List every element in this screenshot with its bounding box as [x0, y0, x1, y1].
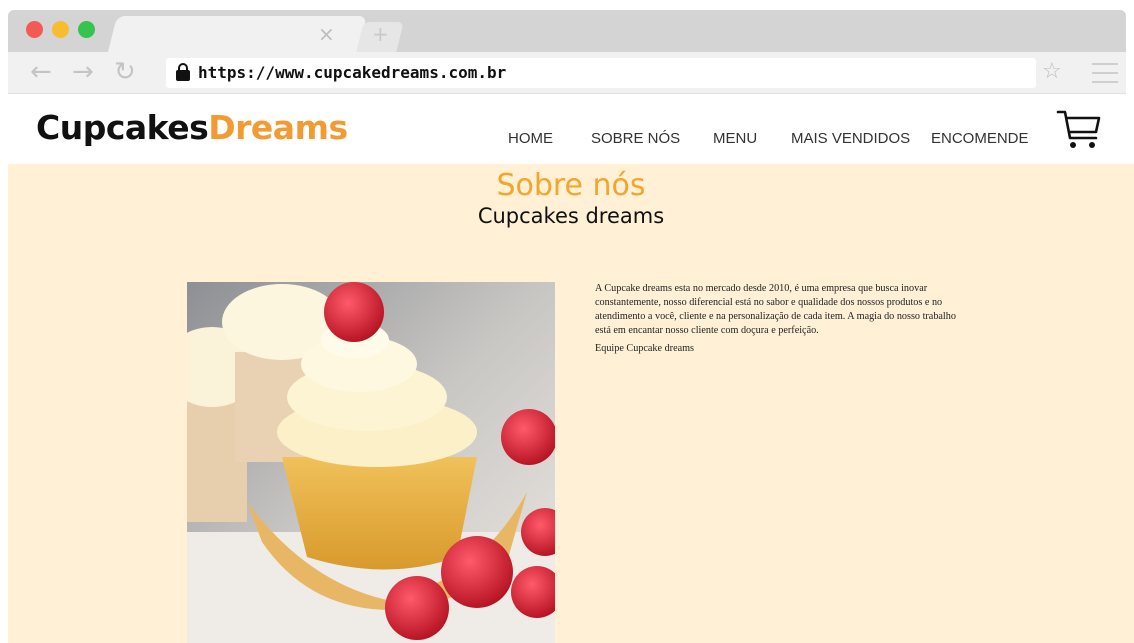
shopping-cart-icon[interactable] — [1056, 108, 1102, 152]
about-paragraph: A Cupcake dreams esta no mercado desde 2… — [595, 283, 956, 336]
section-title: Sobre nós — [496, 168, 646, 203]
nav-menu[interactable]: MENU — [713, 130, 757, 147]
nav-home[interactable]: HOME — [508, 130, 553, 147]
lock-icon — [176, 63, 190, 81]
nav-sobre-nos[interactable]: SOBRE NÓS — [591, 130, 680, 147]
arrow-left-icon[interactable]: ← — [30, 58, 52, 86]
window-maximize-button[interactable] — [78, 21, 95, 38]
address-bar[interactable]: https://www.cupcakedreams.com.br — [166, 58, 1036, 88]
cupcake-photo — [187, 282, 555, 643]
about-section: Sobre nós Cupcakes dreams A Cupcake drea… — [8, 164, 1134, 643]
url-text[interactable]: https://www.cupcakedreams.com.br — [198, 63, 506, 82]
nav-encomende[interactable]: ENCOMENDE — [931, 130, 1029, 147]
about-signature: Equipe Cupcake dreams — [595, 343, 695, 354]
hamburger-menu-icon[interactable] — [1092, 63, 1118, 83]
browser-tab-bar: × + — [8, 10, 1126, 52]
about-text: A Cupcake dreams esta no mercado desde 2… — [595, 282, 967, 360]
arrow-right-icon[interactable]: → — [72, 58, 94, 86]
star-icon[interactable]: ☆ — [1042, 59, 1062, 85]
tab-close-icon[interactable]: × — [318, 24, 335, 44]
new-tab-plus-icon[interactable]: + — [372, 24, 389, 44]
site-header: CupcakesDreams HOME SOBRE NÓS MENU MAIS … — [8, 94, 1134, 164]
window-minimize-button[interactable] — [52, 21, 69, 38]
nav-mais-vendidos[interactable]: MAIS VENDIDOS — [791, 130, 910, 147]
window-close-button[interactable] — [26, 21, 43, 38]
section-subtitle: Cupcakes dreams — [477, 204, 665, 228]
reload-icon[interactable]: ↻ — [114, 58, 136, 86]
logo-part-cupcakes: Cupcakes — [36, 108, 209, 147]
browser-toolbar: ← → ↻ https://www.cupcakedreams.com.br ☆ — [8, 52, 1126, 94]
site-logo[interactable]: CupcakesDreams — [36, 108, 348, 147]
logo-part-dreams: Dreams — [208, 108, 348, 147]
